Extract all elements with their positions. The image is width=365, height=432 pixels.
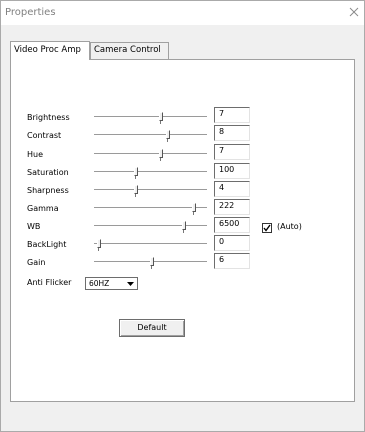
- gamma-label: Gamma: [27, 204, 59, 213]
- anti-flicker-label: Anti Flicker: [27, 278, 72, 287]
- saturation-value-field[interactable]: 100: [214, 163, 250, 179]
- properties-dialog: Properties Video Proc Amp Camera Control…: [0, 0, 365, 432]
- gain-value-field[interactable]: 6: [214, 253, 250, 269]
- tab-camera-control[interactable]: Camera Control: [90, 42, 169, 59]
- backlight-value-field[interactable]: 0: [214, 235, 250, 251]
- wb-auto-label: (Auto): [277, 222, 302, 231]
- saturation-label: Saturation: [27, 168, 69, 177]
- backlight-label: BackLight: [27, 240, 67, 249]
- gain-label: Gain: [27, 258, 46, 267]
- contrast-slider-thumb[interactable]: [166, 130, 170, 139]
- gamma-slider-thumb[interactable]: [192, 203, 196, 212]
- contrast-value-field[interactable]: 8: [214, 125, 250, 141]
- hue-slider-thumb[interactable]: [159, 149, 163, 158]
- close-icon[interactable]: [347, 5, 361, 19]
- checkmark-icon: [263, 224, 271, 232]
- hue-value-field[interactable]: 7: [214, 144, 250, 160]
- brightness-label: Brightness: [27, 113, 70, 122]
- brightness-value-field[interactable]: 7: [214, 107, 250, 123]
- chevron-down-icon[interactable]: [125, 279, 136, 288]
- sharpness-label: Sharpness: [27, 186, 69, 195]
- gain-slider-thumb[interactable]: [150, 257, 154, 266]
- hue-label: Hue: [27, 150, 44, 159]
- sharpness-slider-thumb[interactable]: [134, 185, 138, 194]
- wb-label: WB: [27, 222, 41, 231]
- wb-auto-checkbox[interactable]: [262, 223, 272, 233]
- gamma-value-field[interactable]: 222: [214, 199, 250, 215]
- title-bar: Properties: [1, 1, 364, 25]
- sharpness-value-field[interactable]: 4: [214, 181, 250, 197]
- wb-slider-thumb[interactable]: [182, 221, 186, 230]
- saturation-slider-thumb[interactable]: [134, 167, 138, 176]
- backlight-slider-thumb[interactable]: [97, 239, 101, 248]
- window-title: Properties: [5, 7, 56, 18]
- contrast-label: Contrast: [27, 131, 62, 140]
- default-button[interactable]: Default: [119, 319, 185, 337]
- wb-value-field[interactable]: 6500: [214, 217, 250, 233]
- anti-flicker-selected-value: 60HZ: [89, 279, 110, 288]
- tab-video-proc-amp[interactable]: Video Proc Amp: [10, 41, 90, 60]
- brightness-slider-thumb[interactable]: [159, 112, 163, 121]
- anti-flicker-select[interactable]: 60HZ: [85, 277, 138, 290]
